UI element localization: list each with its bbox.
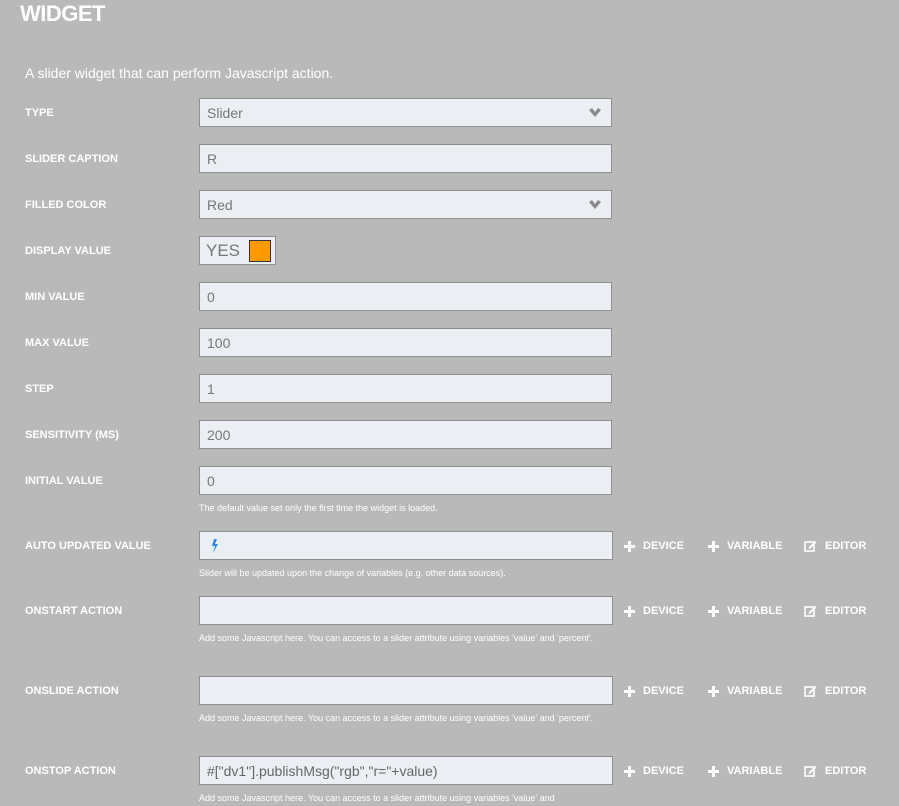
- edit-icon: [804, 686, 817, 697]
- max-value-label: MAX VALUE: [25, 337, 89, 349]
- plus-icon: [624, 765, 635, 777]
- onslide-action-label: ONSLIDE ACTION: [25, 685, 119, 697]
- add-device-button[interactable]: DEVICE: [624, 540, 708, 552]
- filled-color-label: FILLED COLOR: [25, 199, 107, 211]
- filled-color-select[interactable]: Red: [199, 190, 612, 219]
- filled-color-value: Red: [207, 196, 233, 213]
- slider-caption-label: SLIDER CAPTION: [25, 153, 118, 165]
- edit-icon: [804, 766, 817, 777]
- onstart-action-actions: DEVICE VARIABLE EDITOR: [624, 605, 866, 617]
- min-value-input[interactable]: 0: [199, 282, 612, 311]
- onstop-action-input[interactable]: #["dv1"].publishMsg("rgb","r="+value): [199, 756, 613, 785]
- auto-updated-value-label: AUTO UPDATED VALUE: [25, 540, 151, 552]
- widget-title: WIDGET: [20, 1, 106, 26]
- sensitivity-input[interactable]: 200: [199, 420, 612, 449]
- plus-icon: [624, 685, 635, 697]
- editor-label: EDITOR: [825, 685, 867, 697]
- add-device-label: DEVICE: [643, 765, 684, 777]
- initial-value-value: 0: [207, 472, 215, 489]
- editor-button[interactable]: EDITOR: [804, 540, 866, 552]
- onstart-action-input[interactable]: [199, 596, 613, 625]
- display-value-swatch[interactable]: [249, 239, 272, 262]
- add-device-label: DEVICE: [643, 605, 684, 617]
- edit-icon: [804, 541, 817, 552]
- editor-label: EDITOR: [825, 765, 867, 777]
- add-variable-button[interactable]: VARIABLE: [708, 765, 804, 777]
- plus-icon: [708, 765, 719, 777]
- add-device-label: DEVICE: [643, 540, 684, 552]
- add-variable-label: VARIABLE: [727, 540, 783, 552]
- editor-button[interactable]: EDITOR: [804, 765, 866, 777]
- min-value-value: 0: [207, 288, 215, 305]
- type-label: TYPE: [25, 107, 54, 119]
- add-variable-label: VARIABLE: [727, 685, 783, 697]
- add-variable-button[interactable]: VARIABLE: [708, 605, 804, 617]
- auto-updated-value-input[interactable]: [199, 531, 613, 560]
- add-device-label: DEVICE: [643, 685, 684, 697]
- add-variable-button[interactable]: VARIABLE: [708, 685, 804, 697]
- step-value: 1: [207, 380, 215, 397]
- editor-label: EDITOR: [825, 605, 867, 617]
- auto-updated-value-help: Slider will be updated upon the change o…: [199, 568, 506, 578]
- max-value-value: 100: [207, 334, 231, 351]
- add-device-button[interactable]: DEVICE: [624, 765, 708, 777]
- editor-button[interactable]: EDITOR: [804, 605, 866, 617]
- auto-updated-value-actions: DEVICE VARIABLE EDITOR: [624, 540, 866, 552]
- max-value-input[interactable]: 100: [199, 328, 612, 357]
- min-value-label: MIN VALUE: [25, 291, 85, 303]
- onstop-action-value: #["dv1"].publishMsg("rgb","r="+value): [207, 762, 438, 779]
- widget-description: A slider widget that can perform Javascr…: [25, 65, 334, 81]
- add-device-button[interactable]: DEVICE: [624, 605, 708, 617]
- slider-caption-input[interactable]: R: [199, 144, 612, 173]
- initial-value-input[interactable]: 0: [199, 466, 612, 495]
- type-value: Slider: [207, 104, 243, 121]
- edit-icon: [804, 606, 817, 617]
- plus-icon: [708, 605, 719, 617]
- sensitivity-value: 200: [207, 426, 231, 443]
- add-variable-label: VARIABLE: [727, 605, 783, 617]
- sensitivity-label: SENSITIVITY (MS): [25, 429, 119, 441]
- bolt-icon: [212, 539, 218, 553]
- onstop-action-help: Add some Javascript here. You can access…: [199, 793, 555, 803]
- initial-value-help: The default value set only the first tim…: [199, 503, 438, 513]
- step-label: STEP: [25, 383, 54, 395]
- onslide-action-actions: DEVICE VARIABLE EDITOR: [624, 685, 866, 697]
- plus-icon: [708, 685, 719, 697]
- add-variable-label: VARIABLE: [727, 765, 783, 777]
- chevron-down-icon: [589, 108, 601, 117]
- editor-button[interactable]: EDITOR: [804, 685, 866, 697]
- type-select[interactable]: Slider: [199, 98, 612, 127]
- onslide-action-input[interactable]: [199, 676, 613, 705]
- initial-value-label: INITIAL VALUE: [25, 475, 103, 487]
- chevron-down-icon: [589, 200, 601, 209]
- onstart-action-help: Add some Javascript here. You can access…: [199, 633, 594, 643]
- display-value-toggle[interactable]: YES: [199, 236, 276, 265]
- onstop-action-actions: DEVICE VARIABLE EDITOR: [624, 765, 866, 777]
- editor-label: EDITOR: [825, 540, 867, 552]
- onslide-action-help: Add some Javascript here. You can access…: [199, 713, 594, 723]
- onstop-action-label: ONSTOP ACTION: [25, 765, 116, 777]
- add-variable-button[interactable]: VARIABLE: [708, 540, 804, 552]
- onstart-action-label: ONSTART ACTION: [25, 605, 123, 617]
- plus-icon: [708, 540, 719, 552]
- display-value-label: DISPLAY VALUE: [25, 245, 111, 257]
- plus-icon: [624, 605, 635, 617]
- add-device-button[interactable]: DEVICE: [624, 685, 708, 697]
- slider-caption-value: R: [207, 150, 218, 167]
- plus-icon: [624, 540, 635, 552]
- display-value-text: YES: [206, 240, 241, 260]
- step-input[interactable]: 1: [199, 374, 612, 403]
